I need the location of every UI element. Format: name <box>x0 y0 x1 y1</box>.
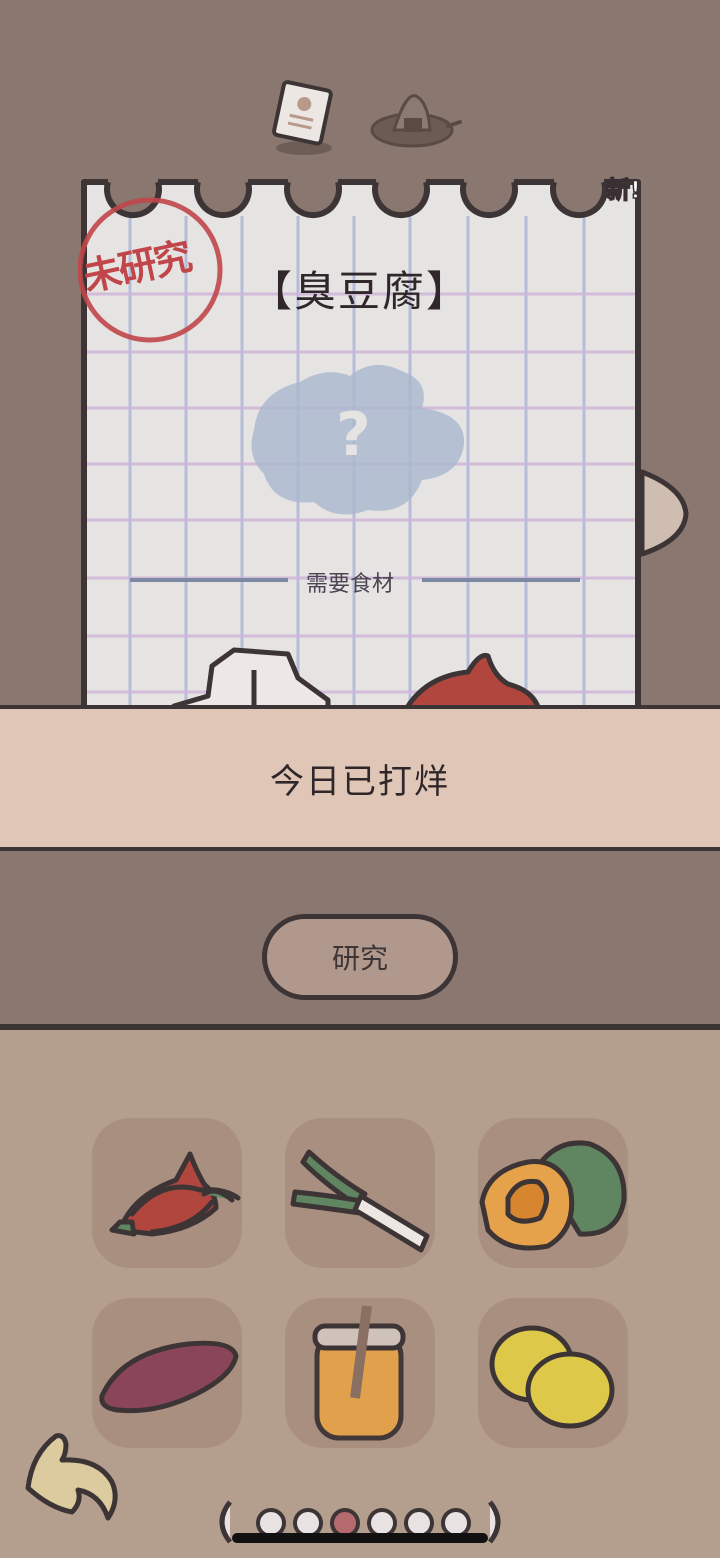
inventory-slot-lemon[interactable] <box>478 1298 628 1448</box>
status-text: 今日已打烊 <box>270 761 450 802</box>
rice-ball-tab-icon[interactable] <box>366 86 462 156</box>
ingredients-label: 需要食材 <box>305 572 394 597</box>
research-button-label: 研究 <box>331 942 388 975</box>
pumpkin-icon <box>479 1140 627 1251</box>
green-onion-icon <box>290 1149 430 1253</box>
research-button[interactable]: 研究 <box>262 914 458 1000</box>
lemon-icon <box>489 1325 615 1429</box>
inventory-slot-green-onion[interactable] <box>285 1118 435 1268</box>
recipe-note-tab-icon[interactable] <box>268 80 338 155</box>
inventory-slot-pumpkin[interactable] <box>478 1118 628 1268</box>
sweet-potato-icon <box>99 1340 239 1414</box>
inventory-slot-sweet-potato[interactable] <box>92 1298 242 1448</box>
status-banner: 今日已打烊 <box>0 705 720 851</box>
back-arrow-icon[interactable] <box>20 1428 124 1524</box>
recipe-title: 【臭豆腐】 <box>249 267 470 316</box>
inventory-slot-honey[interactable] <box>285 1298 435 1448</box>
inventory-slot-chili[interactable] <box>92 1118 242 1268</box>
honey-jar-icon <box>312 1305 406 1441</box>
mystery-question-mark: ? <box>336 400 371 470</box>
home-indicator[interactable] <box>232 1533 488 1543</box>
new-badge: 新! <box>605 175 641 205</box>
next-page-arrow-icon[interactable] <box>640 468 690 558</box>
chili-pepper-icon <box>109 1151 241 1237</box>
